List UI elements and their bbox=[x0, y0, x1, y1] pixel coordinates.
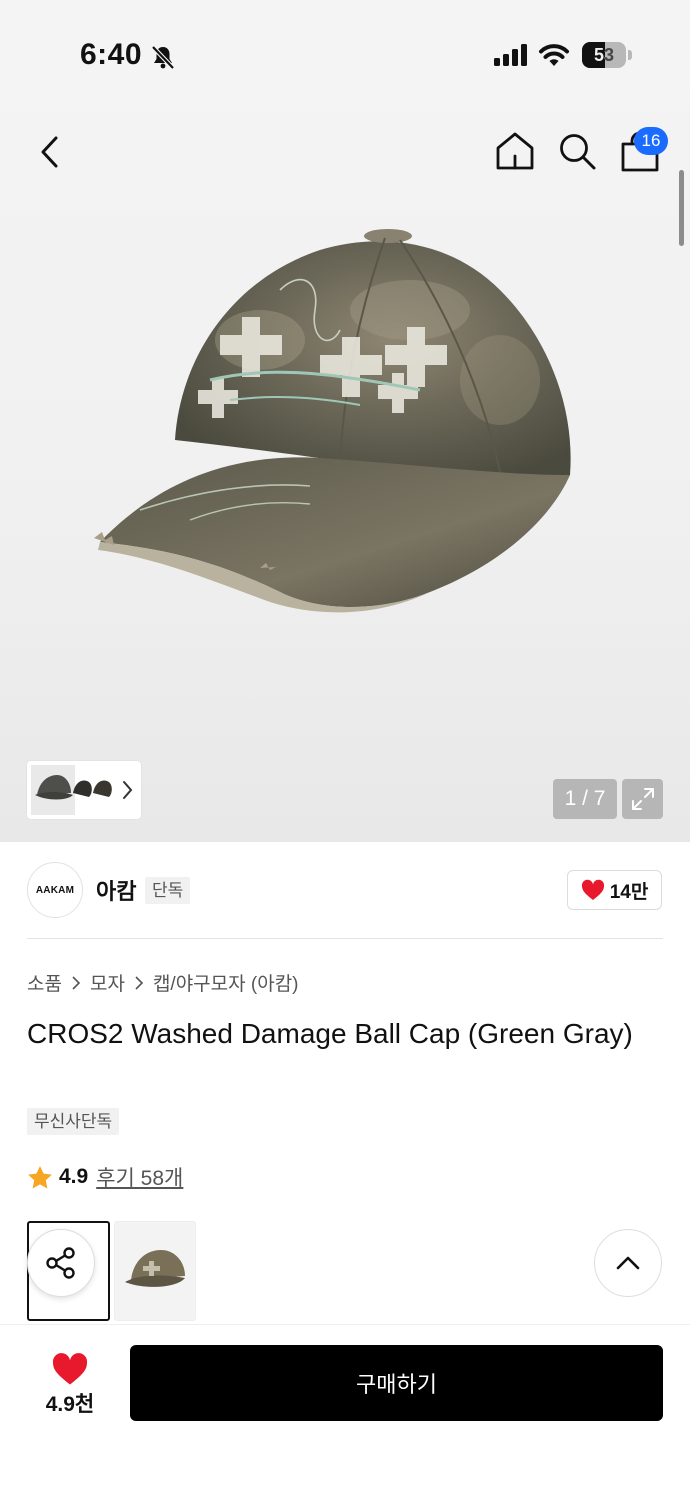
breadcrumb: 소품 모자 캡/야구모자 (아캄) bbox=[27, 969, 299, 996]
back-button[interactable] bbox=[30, 130, 70, 174]
chevron-right-icon bbox=[123, 781, 133, 799]
battery-level: 53 bbox=[593, 45, 615, 65]
thumbnail-images bbox=[31, 765, 112, 815]
status-time: 6:40 bbox=[80, 38, 143, 71]
scroll-indicator[interactable] bbox=[679, 170, 684, 246]
search-icon[interactable] bbox=[556, 130, 598, 172]
chevron-right-icon bbox=[135, 975, 144, 990]
exclusive-tag: 단독 bbox=[145, 877, 191, 904]
rating-row: 4.9 후기 58개 bbox=[27, 1162, 183, 1192]
wifi-icon bbox=[539, 44, 569, 66]
wishlist-count: 4.9천 bbox=[45, 1393, 95, 1416]
status-bar: 6:40 53 bbox=[0, 0, 690, 100]
review-link[interactable]: 후기 58개 bbox=[96, 1162, 183, 1192]
brand-logo-text: AAKAM bbox=[35, 884, 75, 896]
brand-like-button[interactable]: 14만 bbox=[567, 870, 662, 910]
breadcrumb-item[interactable]: 소품 bbox=[27, 969, 62, 996]
rating-value: 4.9 bbox=[59, 1165, 89, 1188]
thumbnail-strip[interactable] bbox=[27, 761, 141, 819]
expand-button[interactable] bbox=[622, 779, 663, 819]
brand-logo[interactable]: AAKAM bbox=[27, 862, 83, 918]
expand-icon bbox=[631, 788, 654, 810]
brand-like-count: 14만 bbox=[609, 881, 649, 903]
product-image[interactable] bbox=[80, 220, 590, 630]
chevron-up-icon bbox=[616, 1256, 640, 1270]
breadcrumb-item[interactable]: 모자 bbox=[90, 969, 125, 996]
bell-slash-icon bbox=[151, 45, 175, 70]
share-icon bbox=[46, 1247, 75, 1279]
heart-icon bbox=[52, 1353, 88, 1385]
home-icon[interactable] bbox=[494, 130, 536, 172]
cart-badge: 16 bbox=[634, 127, 668, 155]
back-icon bbox=[41, 136, 58, 168]
product-title: CROS2 Washed Damage Ball Cap (Green Gray… bbox=[27, 1018, 633, 1049]
signal-icon bbox=[494, 44, 527, 66]
chevron-right-icon bbox=[72, 975, 81, 990]
share-button[interactable] bbox=[27, 1229, 95, 1297]
divider bbox=[27, 938, 663, 939]
image-counter: 1 / 7 bbox=[553, 779, 617, 819]
musinsa-exclusive-tag: 무신사단독 bbox=[27, 1108, 120, 1135]
breadcrumb-item[interactable]: 캡/야구모자 (아캄) bbox=[153, 969, 299, 996]
wishlist-button[interactable]: 4.9천 bbox=[30, 1348, 110, 1418]
battery-nub bbox=[628, 50, 632, 60]
heart-icon bbox=[581, 879, 604, 900]
battery-icon: 53 bbox=[582, 42, 626, 68]
scroll-to-top-button[interactable] bbox=[594, 1229, 662, 1297]
option-thumbnail-image bbox=[125, 1250, 185, 1287]
product-gallery: 6:40 53 16 1 / 7 bbox=[0, 0, 690, 842]
option-thumbnail[interactable] bbox=[114, 1221, 196, 1321]
buy-button-label: 구매하기 bbox=[356, 1372, 437, 1397]
brand-name[interactable]: 아캄 bbox=[96, 874, 136, 906]
star-icon bbox=[28, 1165, 52, 1188]
buy-button[interactable]: 구매하기 bbox=[130, 1345, 663, 1421]
